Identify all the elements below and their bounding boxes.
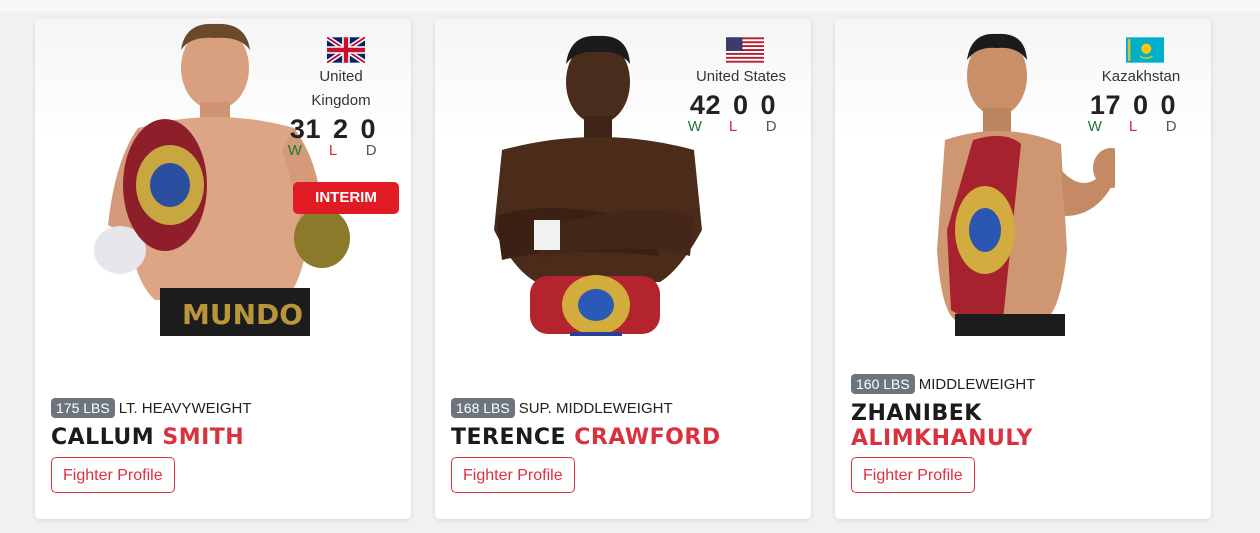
fighter-name: CALLUM SMITH <box>51 425 391 450</box>
fighter-photo <box>494 35 702 336</box>
record-losses: 0 <box>732 90 749 120</box>
fighter-photo <box>937 33 1115 336</box>
kazakhstan-flag-icon <box>1126 37 1164 63</box>
record-win-label: W <box>1087 118 1102 135</box>
fighter-card: United States 42 0 0 W L D 168 LBS SUP. M… <box>435 18 811 519</box>
record-loss-label: L <box>328 142 338 159</box>
record-draw-label: D <box>1165 118 1177 135</box>
fighter-first-name: TERENCE <box>451 425 567 450</box>
fighter-name: ZHANIBEK ALIMKHANULY <box>851 401 1191 451</box>
fighter-last-name: CRAWFORD <box>574 425 721 450</box>
weight-badge: 168 LBS <box>451 398 515 418</box>
fighter-country: United States <box>695 68 787 85</box>
record-win-label: W <box>687 118 702 135</box>
fighter-country: United Kingdom <box>311 68 371 109</box>
fighter-card: Kazakhstan 17 0 0 W L D 160 LBS MIDDLEWEI… <box>835 18 1211 519</box>
fighter-first-name: CALLUM <box>51 425 155 450</box>
division-label: MIDDLEWEIGHT <box>918 376 1036 393</box>
uk-flag-icon <box>327 37 365 63</box>
record-wins: 17 <box>1089 90 1121 120</box>
record-losses: 0 <box>1132 90 1149 120</box>
record-wins: 31 <box>289 114 321 144</box>
fighter-record: 42 0 0 W L D <box>673 90 793 135</box>
record-losses: 2 <box>332 114 349 144</box>
weight-class-row: 168 LBS SUP. MIDDLEWEIGHT <box>451 398 673 418</box>
weight-class-row: 175 LBS LT. HEAVYWEIGHT <box>51 398 252 418</box>
us-flag-icon <box>726 37 764 63</box>
shorts-text: MUNDO <box>182 298 303 331</box>
fighter-record: 17 0 0 W L D <box>1073 90 1193 135</box>
page-top-strip <box>0 0 1260 12</box>
record-wins: 42 <box>689 90 721 120</box>
division-label: SUP. MIDDLEWEIGHT <box>518 400 673 417</box>
record-draws: 0 <box>1160 90 1177 120</box>
fighter-profile-button[interactable]: Fighter Profile <box>51 457 175 493</box>
interim-badge: INTERIM <box>293 182 399 214</box>
fighter-country: Kazakhstan <box>1101 68 1181 85</box>
weight-class-row: 160 LBS MIDDLEWEIGHT <box>851 374 1035 394</box>
record-loss-label: L <box>1128 118 1138 135</box>
fighter-profile-button[interactable]: Fighter Profile <box>851 457 975 493</box>
fighter-card: MUNDO United Kingdom 31 2 0 W L D INTERI… <box>35 18 411 519</box>
record-draw-label: D <box>365 142 377 159</box>
weight-badge: 175 LBS <box>51 398 115 418</box>
weight-badge: 160 LBS <box>851 374 915 394</box>
record-draw-label: D <box>765 118 777 135</box>
fighter-first-name: ZHANIBEK <box>851 401 982 426</box>
record-draws: 0 <box>760 90 777 120</box>
fighter-name: TERENCE CRAWFORD <box>451 425 791 450</box>
record-draws: 0 <box>360 114 377 144</box>
record-win-label: W <box>287 142 302 159</box>
fighter-profile-button[interactable]: Fighter Profile <box>451 457 575 493</box>
fighter-record: 31 2 0 W L D <box>273 114 393 159</box>
record-loss-label: L <box>728 118 738 135</box>
division-label: LT. HEAVYWEIGHT <box>118 400 252 417</box>
fighter-last-name: ALIMKHANULY <box>851 426 1033 451</box>
fighter-last-name: SMITH <box>162 425 245 450</box>
